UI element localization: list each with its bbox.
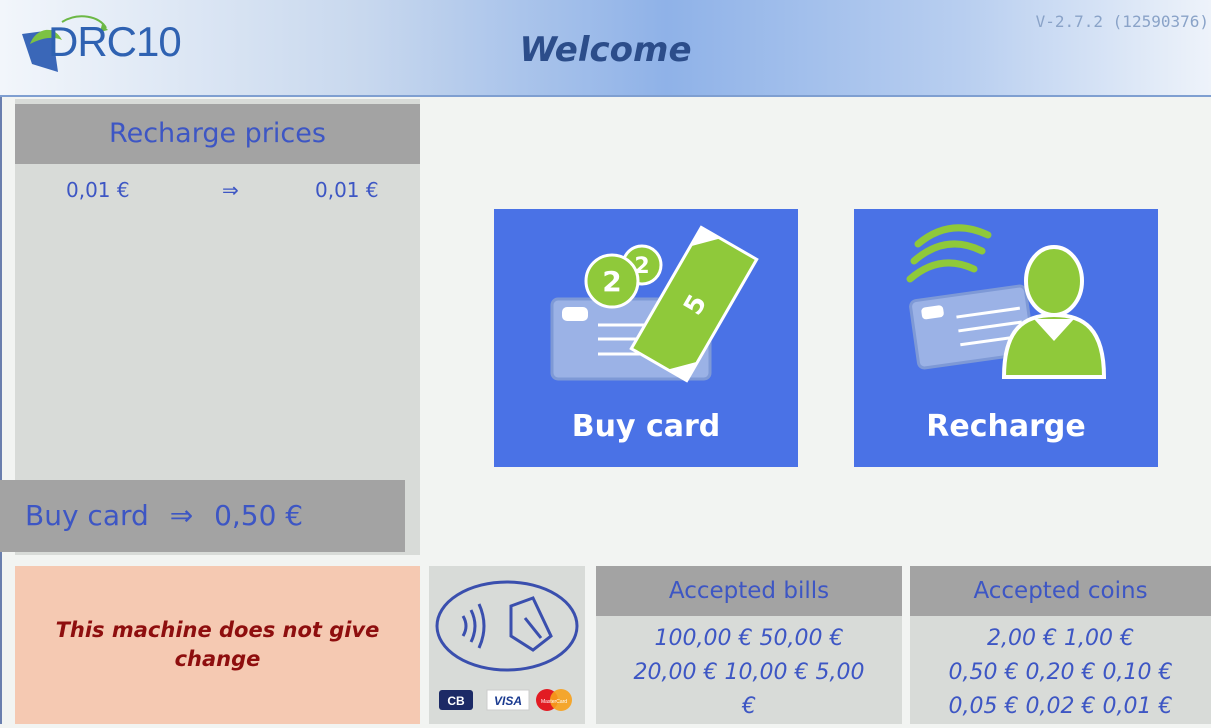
buy-card-price-arrow: ⇒ [169,499,194,532]
recharge-label: Recharge [926,409,1086,444]
recharge-icon [906,224,1107,379]
buy-card-price-value: 0,50 € [214,499,304,532]
no-change-notice: This machine does not give change [15,566,420,724]
accepted-bills-title: Accepted bills [596,566,902,616]
contactless-payment-panel: CB VISA MasterCard [429,566,585,724]
cb-logo: CB [447,694,465,708]
accepted-coins-title: Accepted coins [910,566,1211,616]
buy-card-price: Buy card ⇒ 0,50 € [0,480,405,552]
mastercard-logo: MasterCard [541,699,567,705]
recharge-button[interactable]: Recharge [854,209,1158,467]
accepted-coins-values: 2,00 € 1,00 € 0,50 € 0,20 € 0,10 € 0,05 … [910,622,1211,724]
svg-text:2: 2 [602,265,621,298]
accepted-bills-values: 100,00 € 50,00 € 20,00 € 10,00 € 5,00 € [596,622,902,724]
buy-card-button[interactable]: 2 2 5 Buy card [494,209,798,467]
accepted-coins-line: 2,00 € 1,00 € [987,626,1134,651]
accepted-bills-line: € [742,694,756,719]
visa-logo: VISA [494,694,522,708]
recharge-prices-title: Recharge prices [15,104,420,164]
buy-card-label: Buy card [571,409,721,444]
accepted-bills-line: 20,00 € 10,00 € 5,00 [633,660,865,685]
accepted-coins-panel: Accepted coins 2,00 € 1,00 € 0,50 € 0,20… [910,566,1211,724]
no-change-text: This machine does not give change [55,618,380,671]
page-title: Welcome [519,30,692,70]
accepted-bills-line: 100,00 € 50,00 € [654,626,844,651]
accepted-bills-panel: Accepted bills 100,00 € 50,00 € 20,00 € … [596,566,902,724]
version-label: V-2.7.2 (12590376) [1035,12,1209,31]
recharge-price-to: 0,01 € [315,178,379,202]
accepted-coins-line: 0,05 € 0,02 € 0,01 € [948,694,1173,719]
recharge-price-arrow: ⇒ [222,178,239,202]
accepted-coins-line: 0,50 € 0,20 € 0,10 € [948,660,1173,685]
buy-card-price-label: Buy card [25,499,149,532]
buy-card-icon: 2 2 5 [550,225,759,383]
recharge-price-from: 0,01 € [66,178,130,202]
header-bar: DRC10 Welcome V-2.7.2 (12590376) [0,0,1211,97]
contactless-card-icon: CB VISA MasterCard [435,580,579,711]
